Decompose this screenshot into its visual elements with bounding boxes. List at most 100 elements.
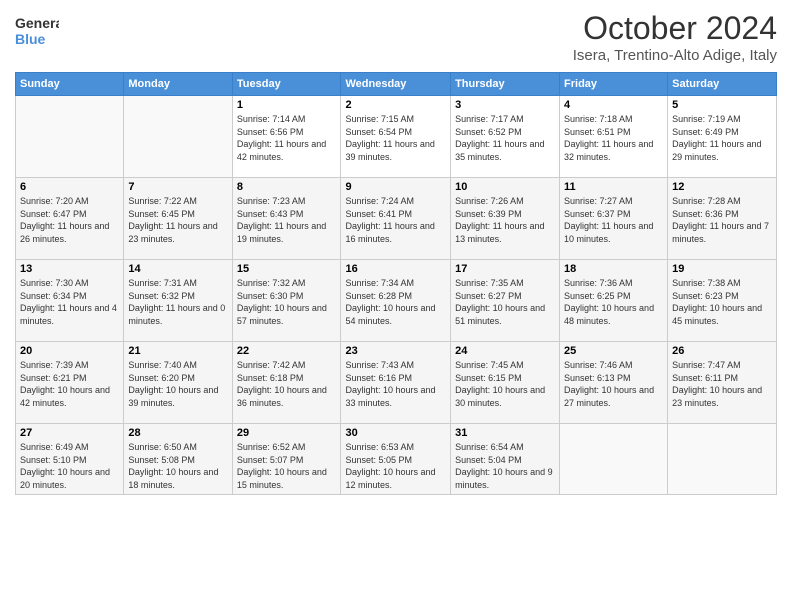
- day-cell: [560, 424, 668, 495]
- day-info: Sunrise: 7:15 AMSunset: 6:54 PMDaylight:…: [345, 113, 446, 163]
- day-info: Sunrise: 7:17 AMSunset: 6:52 PMDaylight:…: [455, 113, 555, 163]
- day-cell: 5 Sunrise: 7:19 AMSunset: 6:49 PMDaylight…: [668, 96, 777, 178]
- col-tuesday: Tuesday: [232, 73, 341, 96]
- week-row-5: 27Sunrise: 6:49 AMSunset: 5:10 PMDayligh…: [16, 424, 777, 495]
- day-info: Sunrise: 7:32 AMSunset: 6:30 PMDaylight:…: [237, 277, 337, 327]
- day-number: 19: [672, 263, 772, 275]
- day-number: 4: [564, 99, 663, 111]
- day-number: 27: [20, 427, 119, 439]
- day-info: Sunrise: 7:28 AMSunset: 6:36 PMDaylight:…: [672, 195, 772, 245]
- day-info: Sunrise: 7:14 AMSunset: 6:56 PMDaylight:…: [237, 113, 337, 163]
- day-cell: 14Sunrise: 7:31 AMSunset: 6:32 PMDayligh…: [124, 260, 232, 342]
- day-number: 26: [672, 345, 772, 357]
- day-info: Sunrise: 7:35 AMSunset: 6:27 PMDaylight:…: [455, 277, 555, 327]
- day-cell: 10 Sunrise: 7:26 AMSunset: 6:39 PMDayligh…: [451, 178, 560, 260]
- day-number: 31: [455, 427, 555, 439]
- col-saturday: Saturday: [668, 73, 777, 96]
- header: General Blue October 2024 Isera, Trentin…: [15, 10, 777, 64]
- day-number: 23: [345, 345, 446, 357]
- day-number: 1: [237, 99, 337, 111]
- day-cell: 18 Sunrise: 7:36 AMSunset: 6:25 PMDayligh…: [560, 260, 668, 342]
- day-cell: 24 Sunrise: 7:45 AMSunset: 6:15 PMDayligh…: [451, 342, 560, 424]
- week-row-2: 6 Sunrise: 7:20 AMSunset: 6:47 PMDaylight…: [16, 178, 777, 260]
- col-friday: Friday: [560, 73, 668, 96]
- col-thursday: Thursday: [451, 73, 560, 96]
- day-cell: 2 Sunrise: 7:15 AMSunset: 6:54 PMDaylight…: [341, 96, 451, 178]
- day-cell: 28Sunrise: 6:50 AMSunset: 5:08 PMDayligh…: [124, 424, 232, 495]
- page: General Blue October 2024 Isera, Trentin…: [0, 0, 792, 505]
- day-cell: 25 Sunrise: 7:46 AMSunset: 6:13 PMDayligh…: [560, 342, 668, 424]
- day-cell: 29Sunrise: 6:52 AMSunset: 5:07 PMDayligh…: [232, 424, 341, 495]
- day-cell: 20 Sunrise: 7:39 AMSunset: 6:21 PMDayligh…: [16, 342, 124, 424]
- day-cell: 19 Sunrise: 7:38 AMSunset: 6:23 PMDayligh…: [668, 260, 777, 342]
- day-number: 13: [20, 263, 119, 275]
- col-wednesday: Wednesday: [341, 73, 451, 96]
- day-number: 24: [455, 345, 555, 357]
- day-info: Sunrise: 7:36 AMSunset: 6:25 PMDaylight:…: [564, 277, 663, 327]
- day-cell: 15Sunrise: 7:32 AMSunset: 6:30 PMDayligh…: [232, 260, 341, 342]
- day-info: Sunrise: 7:27 AMSunset: 6:37 PMDaylight:…: [564, 195, 663, 245]
- col-sunday: Sunday: [16, 73, 124, 96]
- day-number: 18: [564, 263, 663, 275]
- day-info: Sunrise: 7:20 AMSunset: 6:47 PMDaylight:…: [20, 195, 119, 245]
- day-info: Sunrise: 7:45 AMSunset: 6:15 PMDaylight:…: [455, 359, 555, 409]
- day-cell: 1 Sunrise: 7:14 AMSunset: 6:56 PMDaylight…: [232, 96, 341, 178]
- day-cell: 26 Sunrise: 7:47 AMSunset: 6:11 PMDayligh…: [668, 342, 777, 424]
- day-number: 22: [237, 345, 337, 357]
- day-number: 28: [128, 427, 227, 439]
- day-info: Sunrise: 7:38 AMSunset: 6:23 PMDaylight:…: [672, 277, 772, 327]
- day-info: Sunrise: 7:22 AMSunset: 6:45 PMDaylight:…: [128, 195, 227, 245]
- day-cell: 22 Sunrise: 7:42 AMSunset: 6:18 PMDayligh…: [232, 342, 341, 424]
- day-number: 5: [672, 99, 772, 111]
- day-info: Sunrise: 7:19 AMSunset: 6:49 PMDaylight:…: [672, 113, 772, 163]
- day-cell: 13 Sunrise: 7:30 AMSunset: 6:34 PMDayligh…: [16, 260, 124, 342]
- day-cell: 21 Sunrise: 7:40 AMSunset: 6:20 PMDayligh…: [124, 342, 232, 424]
- day-number: 14: [128, 263, 227, 275]
- logo-svg: General Blue: [15, 10, 59, 50]
- col-monday: Monday: [124, 73, 232, 96]
- day-info: Sunrise: 7:40 AMSunset: 6:20 PMDaylight:…: [128, 359, 227, 409]
- day-cell: 16Sunrise: 7:34 AMSunset: 6:28 PMDayligh…: [341, 260, 451, 342]
- day-cell: 4 Sunrise: 7:18 AMSunset: 6:51 PMDaylight…: [560, 96, 668, 178]
- day-cell: [124, 96, 232, 178]
- month-title: October 2024: [573, 10, 777, 47]
- day-info: Sunrise: 7:26 AMSunset: 6:39 PMDaylight:…: [455, 195, 555, 245]
- day-number: 25: [564, 345, 663, 357]
- day-number: 16: [345, 263, 446, 275]
- week-row-4: 20 Sunrise: 7:39 AMSunset: 6:21 PMDayligh…: [16, 342, 777, 424]
- day-info: Sunrise: 7:47 AMSunset: 6:11 PMDaylight:…: [672, 359, 772, 409]
- location-subtitle: Isera, Trentino-Alto Adige, Italy: [573, 47, 777, 64]
- day-cell: 12Sunrise: 7:28 AMSunset: 6:36 PMDayligh…: [668, 178, 777, 260]
- day-number: 17: [455, 263, 555, 275]
- day-cell: 31 Sunrise: 6:54 AMSunset: 5:04 PMDayligh…: [451, 424, 560, 495]
- day-cell: 17 Sunrise: 7:35 AMSunset: 6:27 PMDayligh…: [451, 260, 560, 342]
- day-info: Sunrise: 7:30 AMSunset: 6:34 PMDaylight:…: [20, 277, 119, 327]
- day-number: 21: [128, 345, 227, 357]
- day-info: Sunrise: 7:39 AMSunset: 6:21 PMDaylight:…: [20, 359, 119, 409]
- day-info: Sunrise: 7:18 AMSunset: 6:51 PMDaylight:…: [564, 113, 663, 163]
- week-row-3: 13 Sunrise: 7:30 AMSunset: 6:34 PMDayligh…: [16, 260, 777, 342]
- svg-text:Blue: Blue: [15, 31, 46, 47]
- day-cell: 9Sunrise: 7:24 AMSunset: 6:41 PMDaylight…: [341, 178, 451, 260]
- day-info: Sunrise: 6:52 AMSunset: 5:07 PMDaylight:…: [237, 441, 337, 491]
- logo: General Blue: [15, 10, 59, 50]
- day-number: 30: [345, 427, 446, 439]
- day-cell: [16, 96, 124, 178]
- day-info: Sunrise: 7:24 AMSunset: 6:41 PMDaylight:…: [345, 195, 446, 245]
- day-number: 10: [455, 181, 555, 193]
- day-cell: 11 Sunrise: 7:27 AMSunset: 6:37 PMDayligh…: [560, 178, 668, 260]
- day-number: 20: [20, 345, 119, 357]
- day-number: 2: [345, 99, 446, 111]
- day-info: Sunrise: 7:23 AMSunset: 6:43 PMDaylight:…: [237, 195, 337, 245]
- svg-text:General: General: [15, 15, 59, 31]
- day-cell: 3Sunrise: 7:17 AMSunset: 6:52 PMDaylight…: [451, 96, 560, 178]
- day-number: 6: [20, 181, 119, 193]
- day-number: 11: [564, 181, 663, 193]
- day-info: Sunrise: 7:42 AMSunset: 6:18 PMDaylight:…: [237, 359, 337, 409]
- header-row: Sunday Monday Tuesday Wednesday Thursday…: [16, 73, 777, 96]
- title-block: October 2024 Isera, Trentino-Alto Adige,…: [573, 10, 777, 64]
- day-cell: 30Sunrise: 6:53 AMSunset: 5:05 PMDayligh…: [341, 424, 451, 495]
- day-cell: 6 Sunrise: 7:20 AMSunset: 6:47 PMDaylight…: [16, 178, 124, 260]
- day-info: Sunrise: 6:54 AMSunset: 5:04 PMDaylight:…: [455, 441, 555, 491]
- day-info: Sunrise: 7:46 AMSunset: 6:13 PMDaylight:…: [564, 359, 663, 409]
